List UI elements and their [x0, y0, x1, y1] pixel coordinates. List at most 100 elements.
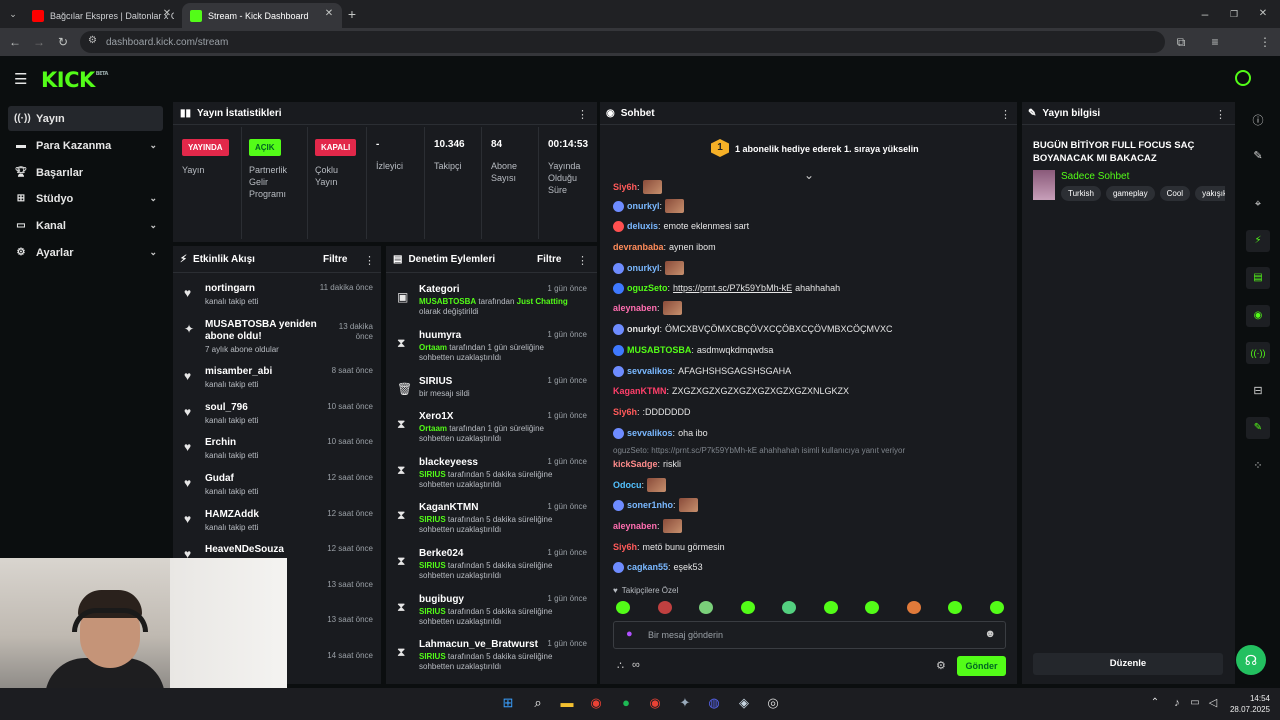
chat-username[interactable]: soner1nho — [627, 500, 673, 510]
chat-message[interactable]: MUSABTOSBA: asdmwqkdmqwdsa — [613, 341, 1008, 359]
windows-start-icon[interactable]: ⊞ — [500, 695, 516, 711]
chat-username[interactable]: aleynaben — [613, 521, 657, 531]
chat-menu-icon[interactable]: ⋮ — [1000, 108, 1011, 121]
activity-row[interactable]: ✦ MUSABTOSBA yeniden abone oldu! 7 aylık a… — [180, 319, 380, 354]
support-headset-icon[interactable]: ☊ — [1236, 645, 1266, 675]
emote-button[interactable] — [657, 601, 672, 614]
chat-username[interactable]: deluxis — [627, 221, 658, 231]
chat-username[interactable]: Siy6h — [613, 407, 637, 417]
activity-filter-button[interactable]: Filtre — [323, 254, 347, 265]
tab-close-icon[interactable]: ✕ — [320, 5, 338, 23]
forward-icon[interactable]: → — [30, 33, 48, 51]
chat-link[interactable]: https://prnt.sc/P7k59YbMh-kE — [673, 283, 792, 293]
lightning-tool-icon[interactable]: ⚡︎ — [1246, 230, 1270, 252]
emote-button[interactable] — [989, 601, 1004, 614]
moderation-row[interactable]: ▣ Kategori MUSABTOSBA tarafından Just Chat… — [392, 284, 592, 328]
obs-icon[interactable]: ◎ — [765, 695, 781, 711]
chat-username[interactable]: Siy6h — [613, 542, 637, 552]
app-icon[interactable]: ✦ — [677, 695, 693, 711]
broadcast-tool-icon[interactable]: ((·)) — [1246, 342, 1270, 364]
chrome-icon[interactable]: ◉ — [588, 695, 604, 711]
emote-button[interactable] — [906, 601, 921, 614]
back-icon[interactable]: ← — [6, 33, 24, 51]
steam-icon[interactable]: ◈ — [736, 695, 752, 711]
moderation-row[interactable]: ⧗ Lahmacun_ve_Bratwurst SIRIUS tarafından … — [392, 639, 592, 683]
tab-search-icon[interactable]: ⌄ — [4, 5, 22, 23]
chat-username[interactable]: sevvalikos — [627, 366, 673, 376]
activity-menu-icon[interactable]: ⋮ — [364, 254, 375, 267]
chat-username[interactable]: KaganKTMN — [613, 386, 667, 396]
chat-message[interactable]: kickSadge: riskli — [613, 455, 1008, 473]
emote-button[interactable] — [948, 601, 962, 614]
search-icon[interactable]: ⌕ — [530, 695, 546, 711]
layout-icon[interactable]: ⊟ — [1240, 384, 1276, 397]
emote-button[interactable] — [865, 601, 879, 614]
chat-message[interactable]: Siy6h: — [613, 178, 1008, 196]
hamburger-menu-icon[interactable]: ☰ — [14, 70, 27, 88]
file-explorer-icon[interactable]: ▬ — [559, 695, 575, 711]
emoji-smile-icon[interactable]: ☻ — [984, 628, 996, 640]
microphone-tray-icon[interactable]: ♪ — [1169, 695, 1185, 711]
activity-row[interactable]: ♥ soul_796 kanalı takip etti 10 saat önce — [180, 402, 380, 436]
wrench-tool-icon[interactable]: ✎ — [1246, 417, 1270, 439]
chat-message[interactable]: Siy6h: metö bunu görmesin — [613, 538, 1008, 556]
chat-username[interactable]: Odocu — [613, 480, 642, 490]
stats-menu-icon[interactable]: ⋮ — [577, 108, 588, 121]
chat-message[interactable]: Siy6h::DDDDDDD — [613, 403, 1008, 421]
user-avatar-icon[interactable] — [1235, 70, 1251, 86]
moderation-row[interactable]: ⧗ huumyra Ortaam tarafından 1 gün süreliği… — [392, 330, 592, 374]
discord-icon[interactable]: ◍ — [706, 695, 722, 711]
chat-username[interactable]: onurkyl — [627, 201, 660, 211]
activity-row[interactable]: ♥ HAMZAddk kanalı takip etti 12 saat önce — [180, 509, 380, 543]
tab-close-icon[interactable]: ✕ — [158, 5, 176, 23]
tray-chevron-icon[interactable]: ⌃ — [1147, 695, 1163, 711]
chat-username[interactable]: onurkyl — [627, 324, 660, 334]
moderation-menu-icon[interactable]: ⋮ — [577, 254, 588, 267]
volume-icon[interactable]: ◁ — [1205, 695, 1221, 711]
chat-username[interactable]: kickSadge — [613, 459, 658, 469]
chrome-active-icon[interactable]: ◉ — [647, 695, 663, 711]
chat-message[interactable]: Odocu: — [613, 476, 1008, 494]
emote-button[interactable] — [616, 601, 630, 614]
chat-message[interactable]: cagkan55: eşek53 — [613, 558, 1008, 576]
chat-message[interactable]: sevvalikos: AFAGHSHSGAGSHSGAHA — [613, 362, 1008, 380]
chat-message[interactable]: aleynaben: — [613, 299, 1008, 317]
new-tab-icon[interactable]: + — [343, 5, 361, 23]
network-icon[interactable]: ▭ — [1187, 695, 1203, 711]
chat-username[interactable]: sevvalikos — [627, 428, 673, 438]
chat-settings-gear-icon[interactable]: ⚙ — [936, 659, 946, 672]
emote-button[interactable] — [782, 601, 796, 614]
activity-row[interactable]: ♥ Gudaf kanalı takip etti 12 saat önce — [180, 473, 380, 507]
moderation-row[interactable]: ⧗ Xero1X Ortaam tarafından 1 gün süreliğin… — [392, 411, 592, 455]
media-icon[interactable]: ≡ — [1206, 33, 1224, 51]
close-window-icon[interactable]: ✕ — [1254, 5, 1272, 23]
document-tool-icon[interactable]: ▤ — [1246, 267, 1270, 289]
moderation-row[interactable]: ⧗ KaganKTMN SIRIUS tarafından 5 dakika sür… — [392, 502, 592, 546]
activity-row[interactable]: ♥ nortingarn kanalı takip etti 11 dakika ön… — [180, 283, 380, 317]
nav-item-ayarlar[interactable]: ⚙ Ayarlar ⌄ — [8, 240, 163, 265]
chat-message[interactable]: deluxis: emote eklenmesi sart — [613, 217, 1008, 235]
reload-icon[interactable]: ↻ — [54, 33, 72, 51]
nav-item-kanal[interactable]: ▭ Kanal ⌄ — [8, 213, 163, 238]
chat-username[interactable]: MUSABTOSBA — [627, 345, 691, 355]
chat-message[interactable]: soner1nho: — [613, 496, 1008, 514]
extensions-icon[interactable]: ⧉ — [1172, 33, 1190, 51]
gift-sub-banner[interactable]: 1 abonelik hediye ederek 1. sıraya yükse… — [735, 144, 919, 154]
minimize-icon[interactable]: – — [1196, 5, 1214, 23]
chat-message[interactable]: oguzSeto: https://prnt.sc/P7k59YbMh-kE aha… — [613, 279, 1008, 297]
nav-item-para-kazanma[interactable]: ▬ Para Kazanma ⌄ — [8, 133, 163, 158]
stream-info-menu-icon[interactable]: ⋮ — [1215, 108, 1226, 121]
chat-username[interactable]: cagkan55 — [627, 562, 668, 572]
chat-message[interactable]: KaganKTMN: ZXGZXGZXGZXGZXGZXGZXGZXNLGKZX — [613, 382, 1008, 400]
edit-button[interactable]: Düzenle — [1033, 653, 1223, 675]
activity-row[interactable]: ♥ Erchin kanalı takip etti 10 saat önce — [180, 437, 380, 471]
emote-button[interactable] — [699, 601, 713, 614]
chat-tool-icon[interactable]: ◉ — [1246, 305, 1270, 327]
chat-username[interactable]: aleynaben — [613, 303, 657, 313]
site-info-icon[interactable]: ⚙ — [88, 35, 97, 46]
chat-message[interactable]: onurkyl: ÖMCXBVÇÖMXCBÇÖVXCÇÖBXCÇÖVMBXCÖÇM… — [613, 320, 1008, 338]
points-icon[interactable]: ∴ — [617, 659, 624, 672]
focus-icon[interactable]: ⌖ — [1240, 198, 1276, 211]
chat-input-placeholder[interactable]: Bir mesaj gönderin — [648, 630, 723, 640]
category-link[interactable]: Sadece Sohbet — [1061, 171, 1129, 182]
